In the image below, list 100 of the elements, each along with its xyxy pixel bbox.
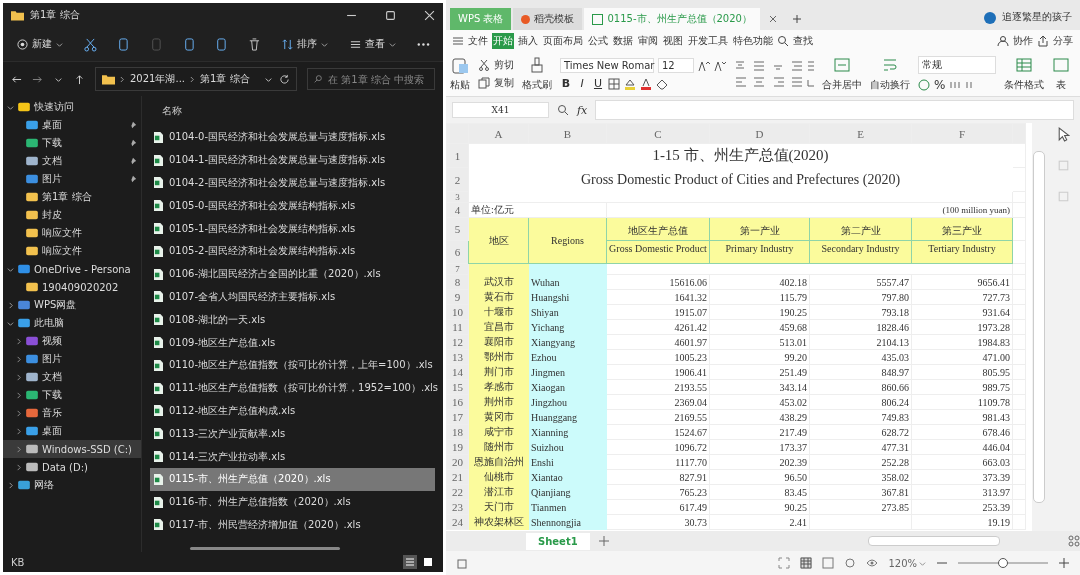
chevron-icon[interactable] xyxy=(7,265,14,273)
zoom-level[interactable]: 120% xyxy=(888,557,917,569)
menu-tab[interactable]: 审阅 xyxy=(637,33,659,49)
row-number[interactable]: 5 xyxy=(446,217,469,241)
format-painter-button[interactable]: 格式刷 xyxy=(522,78,552,92)
menu-tab[interactable]: 特色功能 xyxy=(732,33,774,49)
percent-button[interactable]: % xyxy=(934,78,946,92)
menu-icon[interactable] xyxy=(452,35,464,47)
merge-center-button[interactable]: 合并居中 xyxy=(822,78,862,92)
font-name-field[interactable]: Times New Romar xyxy=(560,58,654,73)
text-style-button[interactable]: B xyxy=(560,77,572,90)
tree-item[interactable]: 网络 xyxy=(34,478,54,492)
grid-icon[interactable] xyxy=(1068,535,1080,547)
tree-item[interactable]: 图片 xyxy=(42,352,62,366)
tree-item[interactable]: 桌面 xyxy=(42,424,62,438)
zoom-slider[interactable] xyxy=(998,558,1008,568)
file-item[interactable]: 0104-2-国民经济和社会发展总量与速度指标.xls xyxy=(150,171,435,195)
tree-item[interactable]: 封皮 xyxy=(42,208,62,222)
maximize-icon[interactable] xyxy=(385,9,396,21)
file-item[interactable]: 0117-市、州民营经济增加值（2020）.xls xyxy=(150,513,435,537)
column-header[interactable]: F xyxy=(911,123,1013,144)
user-name[interactable]: 追逐繁星的孩子 xyxy=(1002,10,1072,24)
tiles-view-icon[interactable] xyxy=(421,555,435,569)
copy-button[interactable]: 复制 xyxy=(494,76,514,90)
file-item[interactable]: 0106-湖北国民经济占全国的比重（2020）.xls xyxy=(150,262,435,286)
chevron-icon[interactable] xyxy=(15,355,22,363)
plus-icon[interactable] xyxy=(1058,557,1070,569)
tree-item[interactable]: 音乐 xyxy=(42,406,62,420)
column-header[interactable]: C xyxy=(606,123,710,144)
close-icon[interactable] xyxy=(424,9,435,21)
sheet-tab[interactable]: Sheet1 xyxy=(526,532,590,550)
tree-item[interactable]: 190409020202 xyxy=(42,281,119,293)
file-item[interactable]: 0115-市、州生产总值（2020）.xls xyxy=(150,467,435,491)
close-icon[interactable] xyxy=(767,14,778,24)
name-box[interactable]: X41 xyxy=(452,102,549,118)
tree-item[interactable]: Data (D:) xyxy=(42,461,88,473)
eraser-icon[interactable] xyxy=(656,77,668,90)
tree-item[interactable]: 响应文件 xyxy=(42,226,82,240)
table-style-button[interactable]: 表 xyxy=(1056,78,1066,92)
scrollbar[interactable] xyxy=(1033,151,1045,503)
plus-icon[interactable] xyxy=(791,14,802,24)
column-header[interactable]: D xyxy=(709,123,810,144)
chevron-icon[interactable] xyxy=(7,301,14,309)
chevron-icon[interactable] xyxy=(15,337,22,345)
font-grow-icon[interactable] xyxy=(698,59,710,72)
document-tab[interactable]: 稻壳模板 xyxy=(513,8,583,30)
column-header[interactable]: 名称 xyxy=(150,100,182,126)
row-number[interactable]: 1 xyxy=(446,143,469,168)
share-button[interactable]: 分享 xyxy=(1052,33,1074,49)
font-size-field[interactable]: 12 xyxy=(658,58,694,73)
column-header[interactable]: A xyxy=(468,123,529,144)
menu-tab[interactable]: 页面布局 xyxy=(542,33,584,49)
tree-item[interactable]: 下载 xyxy=(42,136,62,150)
tree-item[interactable]: WPS网盘 xyxy=(34,298,77,312)
fullscreen-icon[interactable] xyxy=(778,557,791,569)
row-number[interactable]: 3 xyxy=(446,191,469,203)
chevron-icon[interactable] xyxy=(15,391,22,399)
zoom-icon[interactable] xyxy=(557,104,569,116)
file-item[interactable]: 0104-0-国民经济和社会发展总量与速度指标.xls xyxy=(150,126,435,149)
file-item[interactable]: 0108-湖北的一天.xls xyxy=(150,308,435,332)
sort-button[interactable]: 排序 xyxy=(280,35,331,53)
formula-field[interactable] xyxy=(595,100,1074,120)
file-item[interactable]: 0105-2-国民经济和社会发展结构指标.xls xyxy=(150,240,435,263)
number-format-field[interactable]: 常规 xyxy=(918,56,996,74)
chevron-icon[interactable] xyxy=(15,445,22,453)
file-item[interactable]: 0116-市、州生产总值指数（2020）.xls xyxy=(150,490,435,514)
scrollbar[interactable] xyxy=(868,536,1000,546)
cursor-icon[interactable] xyxy=(1056,127,1070,142)
paste-button[interactable]: 粘贴 xyxy=(450,78,470,92)
search-field[interactable]: 在 第1章 综合 中搜索 xyxy=(307,68,435,90)
chevron-icon[interactable] xyxy=(7,481,14,489)
tree-item[interactable]: 文档 xyxy=(42,154,62,168)
new-button[interactable]: 新建 xyxy=(15,35,65,53)
tree-item[interactable]: 桌面 xyxy=(42,118,62,132)
menu-tab[interactable]: 开发工具 xyxy=(687,33,729,49)
file-item[interactable]: 0110-地区生产总值指数（按可比价计算，上年=100）.xls xyxy=(150,353,435,377)
text-style-button[interactable]: U xyxy=(592,77,604,90)
file-item[interactable]: 0113-三次产业贡献率.xls xyxy=(150,422,435,446)
file-item[interactable]: 0112-地区生产总值构成.xls xyxy=(150,399,435,423)
breadcrumb[interactable]: 2021年湖... xyxy=(130,72,185,86)
file-item[interactable]: 0114-三次产业拉动率.xls xyxy=(150,445,435,468)
tree-item[interactable]: 响应文件 xyxy=(42,244,82,258)
normal-view-icon[interactable] xyxy=(800,557,813,569)
chevron-icon[interactable] xyxy=(7,319,14,327)
eye-icon[interactable] xyxy=(866,557,879,569)
tree-item[interactable]: 文档 xyxy=(42,370,62,384)
menu-tab[interactable]: 开始 xyxy=(492,33,514,49)
conditional-format-button[interactable]: 条件格式 xyxy=(1004,78,1044,92)
menu-tab[interactable]: 视图 xyxy=(662,33,684,49)
file-item[interactable]: 0105-0-国民经济和社会发展结构指标.xls xyxy=(150,194,435,218)
view-button[interactable]: 查看 xyxy=(348,35,399,53)
chevron-icon[interactable] xyxy=(15,373,22,381)
menu-tab[interactable]: 插入 xyxy=(517,33,539,49)
tree-item[interactable]: 视频 xyxy=(42,334,62,348)
address-bar[interactable]: 2021年湖... 第1章 综合 xyxy=(95,67,297,91)
file-item[interactable]: 0104-1-国民经济和社会发展总量与速度指标.xls xyxy=(150,148,435,172)
column-header[interactable]: E xyxy=(809,123,912,144)
avatar-icon[interactable] xyxy=(984,12,996,24)
menu-tab[interactable]: 数据 xyxy=(612,33,634,49)
tree-item[interactable]: OneDrive - Persona xyxy=(34,263,131,275)
